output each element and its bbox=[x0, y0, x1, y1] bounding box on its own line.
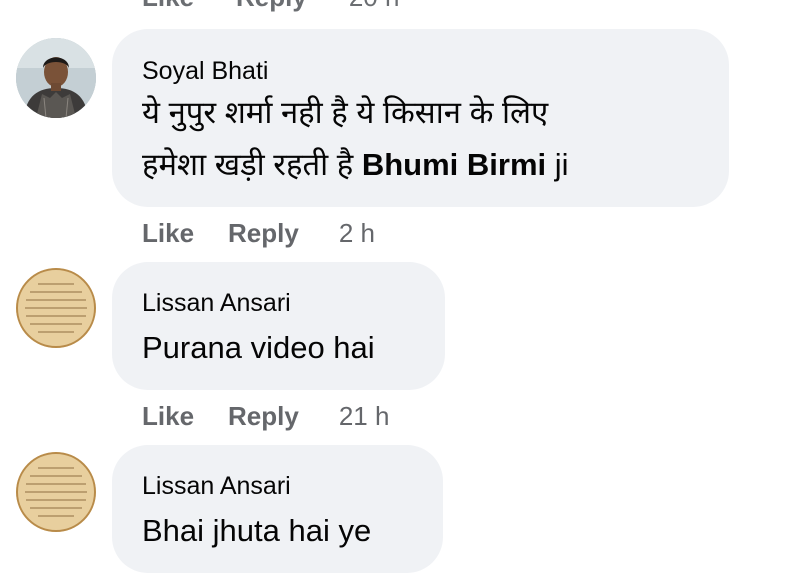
comment-bubble: Soyal Bhati ये नुपुर शर्मा नही है ये किस… bbox=[112, 29, 729, 207]
comment-text: हमेशा खड़ी रहती है bbox=[142, 147, 362, 182]
avatar[interactable] bbox=[16, 38, 96, 118]
comment-text: Purana video hai bbox=[142, 330, 375, 365]
comment-text: Bhai jhuta hai ye bbox=[142, 513, 372, 548]
comment-timestamp[interactable]: 2 h bbox=[339, 218, 375, 249]
like-button[interactable]: Like bbox=[142, 218, 194, 249]
like-button[interactable]: Like bbox=[142, 401, 194, 432]
reply-button[interactable]: Reply bbox=[228, 218, 299, 249]
reply-button[interactable]: Reply bbox=[236, 0, 307, 13]
user-avatar-icon bbox=[16, 38, 96, 118]
comment-actions: Like Reply 2 h bbox=[142, 215, 375, 251]
avatar[interactable] bbox=[16, 268, 96, 348]
comment-timestamp[interactable]: 21 h bbox=[339, 401, 390, 432]
mention-link[interactable]: Bhumi Birmi bbox=[362, 147, 546, 182]
comment-bubble: Lissan Ansari Purana video hai bbox=[112, 262, 445, 390]
comment-author[interactable]: Soyal Bhati bbox=[142, 57, 268, 86]
comment-text: ji bbox=[546, 147, 569, 182]
comment-text-line-2: हमेशा खड़ी रहती है Bhumi Birmi ji bbox=[142, 141, 569, 188]
top-action-row: Like Reply 20 h bbox=[142, 0, 441, 12]
comment-text-line-1: ये नुपुर शर्मा नही है ये किसान के लिए bbox=[142, 95, 549, 130]
comment-author[interactable]: Lissan Ansari bbox=[142, 289, 291, 318]
document-avatar-icon bbox=[16, 452, 96, 532]
avatar[interactable] bbox=[16, 452, 96, 532]
comment-actions: Like Reply 21 h bbox=[142, 398, 389, 434]
comment-thread: Like Reply 20 h Soyal Bhati ये नुपुर शर्… bbox=[0, 0, 800, 586]
like-button[interactable]: Like bbox=[142, 0, 194, 13]
document-avatar-icon bbox=[16, 268, 96, 348]
comment-bubble: Lissan Ansari Bhai jhuta hai ye bbox=[112, 445, 443, 573]
reply-button[interactable]: Reply bbox=[228, 401, 299, 432]
comment-timestamp[interactable]: 20 h bbox=[349, 0, 400, 13]
comment-author[interactable]: Lissan Ansari bbox=[142, 472, 291, 501]
